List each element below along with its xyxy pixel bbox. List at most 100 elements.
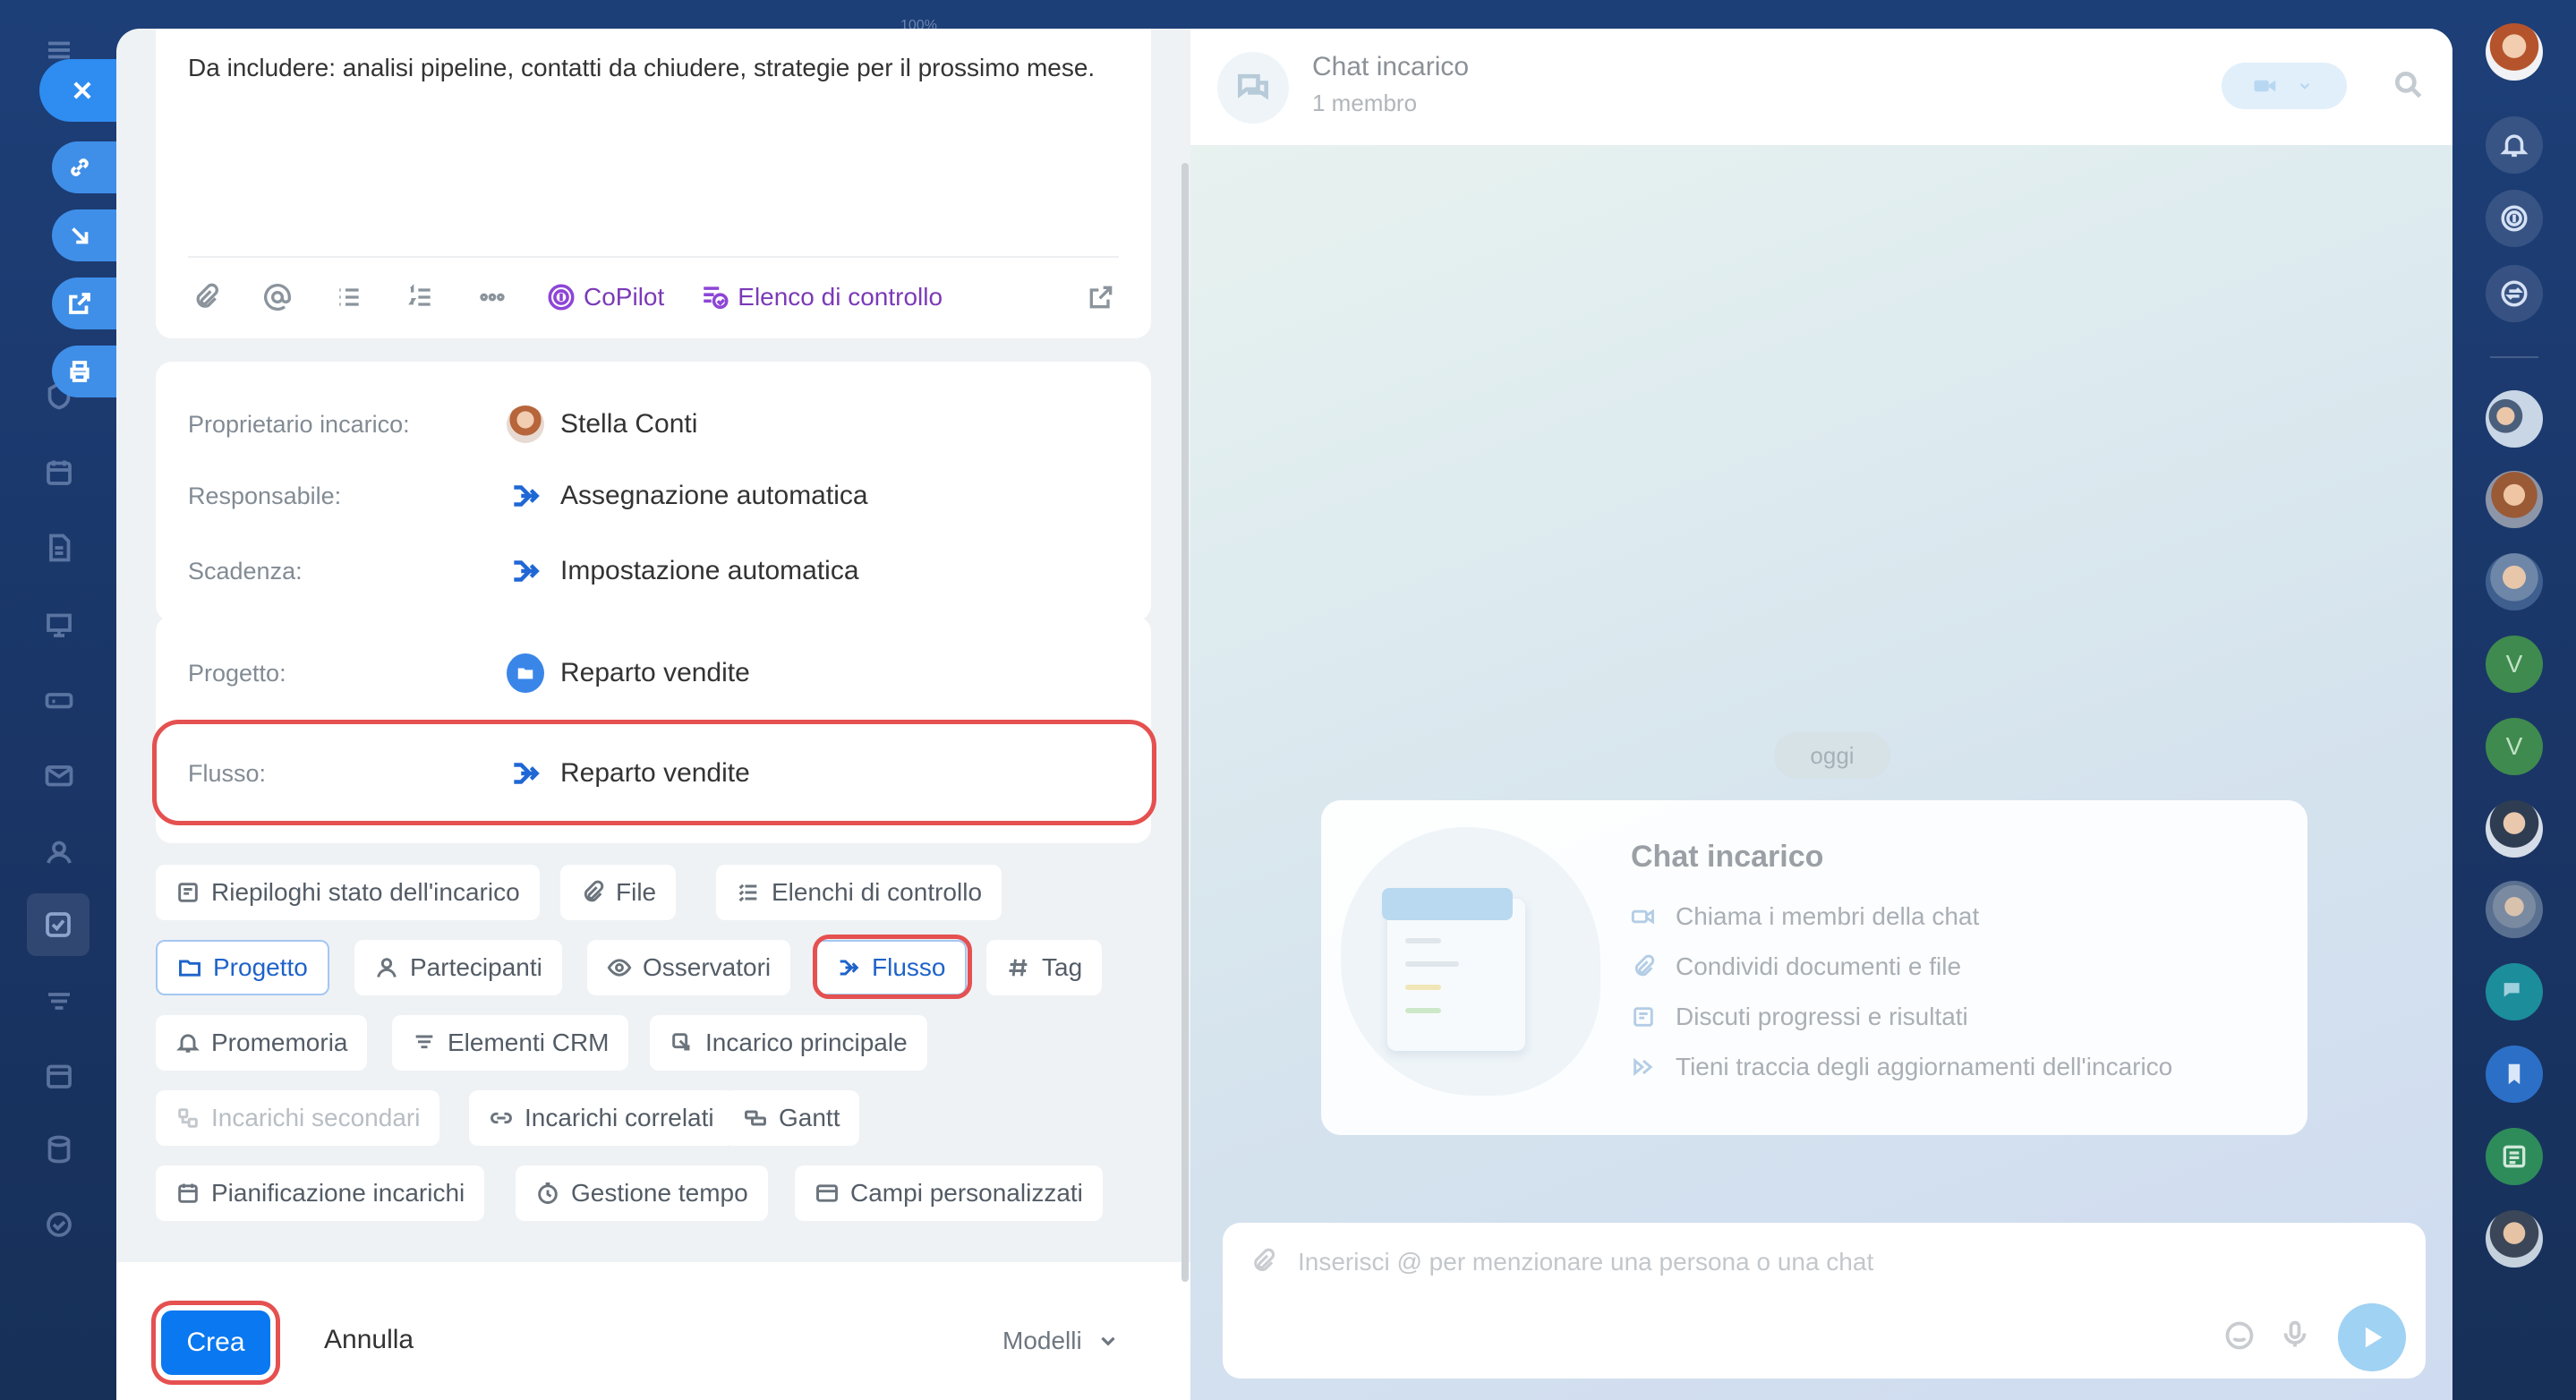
database-icon[interactable] [39, 1130, 79, 1169]
chip-observers[interactable]: Osservatori [587, 940, 791, 995]
owner-value[interactable]: Stella Conti [507, 405, 697, 443]
mail-icon[interactable] [39, 755, 79, 795]
group-avatar[interactable] [2486, 390, 2543, 448]
chip-reminders[interactable]: Promemoria [156, 1015, 368, 1071]
user-avatar[interactable] [2486, 23, 2543, 81]
print-button[interactable] [52, 346, 118, 397]
message-composer[interactable]: Inserisci @ per menzionare una persona o… [1223, 1223, 2426, 1379]
document-illustration-icon [1382, 888, 1525, 1051]
chip-gantt[interactable]: Gantt [723, 1090, 860, 1146]
chip-participants[interactable]: Partecipanti [354, 940, 562, 995]
close-panel-button[interactable] [39, 59, 125, 122]
copy-link-button[interactable] [52, 141, 118, 193]
crm-icon [415, 1035, 433, 1049]
chip-files[interactable]: File [560, 865, 677, 920]
contact-avatar-letter[interactable]: V [2486, 718, 2543, 775]
copilot-icon[interactable] [2486, 190, 2543, 247]
group-avatar[interactable] [2486, 881, 2543, 938]
create-button[interactable]: Crea [161, 1310, 270, 1375]
copilot-button[interactable]: CoPilot [546, 282, 664, 312]
deadline-label: Scadenza: [188, 557, 303, 585]
contact-avatar[interactable] [2486, 553, 2543, 610]
check-circle-icon[interactable] [39, 1205, 79, 1244]
owner-row: Proprietario incarico: Stella Conti [188, 397, 1119, 451]
sync-icon[interactable] [2486, 265, 2543, 322]
news-icon[interactable] [2486, 1128, 2543, 1185]
send-icon [2365, 1327, 2383, 1348]
chip-subtasks[interactable]: Incarichi secondari [156, 1090, 440, 1146]
project-label: Progetto: [188, 659, 286, 687]
emoji-icon[interactable] [2223, 1319, 2256, 1356]
checklist-icon [704, 286, 729, 310]
calendar-icon[interactable] [39, 453, 79, 492]
gantt-icon [745, 1110, 766, 1126]
paperclip-icon[interactable] [1250, 1248, 1276, 1279]
contacts-icon[interactable] [39, 832, 79, 872]
chip-label: Elenchi di controllo [772, 878, 983, 906]
chip-project[interactable]: Progetto [156, 940, 329, 995]
person-icon [377, 958, 397, 977]
form-scrollbar[interactable] [1181, 163, 1189, 1282]
document-icon[interactable] [39, 528, 79, 568]
chip-parent-task[interactable]: Incarico principale [650, 1015, 927, 1071]
contact-avatar[interactable] [2486, 1210, 2543, 1268]
search-icon[interactable] [2392, 68, 2426, 102]
more-icon[interactable] [474, 279, 510, 315]
task-form-panel: Da includere: analisi pipeline, contatti… [116, 29, 1190, 1400]
feature-text: Tieni traccia degli aggiornamenti dell'i… [1676, 1053, 2173, 1080]
chat-group-icon[interactable] [2486, 963, 2543, 1020]
chip-label: Pianificazione incarichi [211, 1179, 465, 1207]
microphone-icon[interactable] [2279, 1318, 2311, 1356]
chat-intro-card: Chat incarico Chiama i membri della chat… [1321, 800, 2307, 1135]
send-button[interactable] [2338, 1303, 2406, 1371]
contact-avatar[interactable] [2486, 800, 2543, 858]
chip-label: Osservatori [643, 953, 772, 981]
responsible-row: Responsabile: Assegnazione automatica [188, 469, 1119, 523]
checklist-label: Elenco di controllo [738, 283, 943, 311]
message-input[interactable]: Inserisci @ per menzionare una persona o… [1298, 1248, 1873, 1276]
contact-avatar[interactable] [2486, 471, 2543, 528]
bullet-list-icon[interactable] [331, 279, 367, 315]
chip-checklists[interactable]: Elenchi di controllo [716, 865, 1002, 920]
chip-custom-fields[interactable]: Campi personalizzati [795, 1165, 1103, 1221]
chip-task-planning[interactable]: Pianificazione incarichi [156, 1165, 485, 1221]
cancel-button[interactable]: Annulla [324, 1325, 414, 1355]
chip-tag[interactable]: Tag [986, 940, 1103, 995]
funnel-icon[interactable] [39, 983, 79, 1022]
contact-avatar-letter[interactable]: V [2486, 636, 2543, 693]
subtask-icon [178, 1108, 198, 1128]
templates-dropdown[interactable]: Modelli [1002, 1327, 1120, 1355]
tasks-icon[interactable] [27, 893, 90, 956]
video-icon [1631, 909, 1654, 925]
chat-members[interactable]: 1 membro [1312, 90, 1417, 117]
chip-label: Riepiloghi stato dell'incarico [211, 878, 520, 906]
chip-crm-items[interactable]: Elementi CRM [392, 1015, 629, 1071]
bookmark-icon[interactable] [2486, 1046, 2543, 1103]
drive-icon[interactable] [39, 680, 79, 720]
chip-task-summaries[interactable]: Riepiloghi stato dell'incarico [156, 865, 540, 920]
presentation-icon[interactable] [39, 605, 79, 645]
paperclip-icon[interactable] [188, 279, 224, 315]
summary-icon [178, 883, 198, 902]
avatar [507, 405, 544, 443]
checklist-button[interactable]: Elenco di controllo [700, 282, 943, 312]
planner-icon[interactable] [39, 1056, 79, 1096]
download-button[interactable] [52, 209, 118, 261]
bell-icon[interactable] [2486, 116, 2543, 174]
chip-time-tracking[interactable]: Gestione tempo [516, 1165, 768, 1221]
mention-icon[interactable] [260, 279, 295, 315]
deadline-value[interactable]: Impostazione automatica [507, 552, 859, 590]
flow-icon [507, 552, 544, 590]
description-editor[interactable]: Da includere: analisi pipeline, contatti… [188, 48, 1128, 88]
arrow-down-right-icon [72, 227, 89, 244]
feature-text: Condividi documenti e file [1676, 952, 1962, 980]
responsible-value[interactable]: Assegnazione automatica [507, 477, 868, 515]
chip-related-tasks[interactable]: Incarichi correlati [469, 1090, 734, 1146]
open-new-window-button[interactable] [52, 277, 118, 329]
feature-item: Chiama i membri della chat [1631, 902, 1979, 931]
numbered-list-icon[interactable] [403, 279, 439, 315]
expand-editor-icon[interactable] [1083, 279, 1119, 315]
project-value[interactable]: Reparto vendite [507, 653, 750, 693]
flow-highlight [152, 720, 1156, 825]
video-call-button[interactable] [2222, 63, 2347, 109]
